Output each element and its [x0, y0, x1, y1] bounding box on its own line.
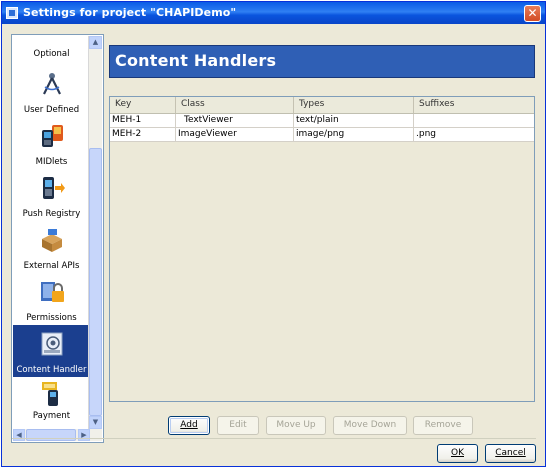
page-title: Content Handlers: [115, 51, 277, 70]
content-handlers-table: Key Class Types Suffixes MEH-1 TextViewe…: [109, 96, 535, 402]
cancel-button[interactable]: Cancel: [485, 444, 536, 463]
table-row[interactable]: MEH-2 ImageViewer image/png .png: [110, 128, 534, 142]
push-registry-icon: [42, 177, 65, 199]
column-header-key[interactable]: Key: [110, 97, 176, 113]
lock-icon: [40, 282, 64, 302]
category-sidebar: Optional User Defined MIDlets Push Regis…: [11, 34, 104, 443]
cell-key: MEH-1: [110, 114, 176, 127]
sidebar-item-label: Push Registry: [22, 209, 81, 219]
scrollbar-thumb[interactable]: [26, 429, 76, 441]
remove-button[interactable]: Remove: [413, 416, 473, 435]
sidebar-item-permissions[interactable]: Permissions: [13, 273, 90, 325]
sidebar-item-label: External APIs: [23, 261, 80, 271]
close-button[interactable]: ✕: [524, 5, 541, 22]
sidebar-item-label: MIDlets: [35, 157, 68, 167]
scrollbar-thumb[interactable]: [89, 148, 102, 416]
footer-divider: [12, 438, 536, 439]
sidebar-item-label: User Defined: [23, 105, 80, 115]
cell-class: TextViewer: [176, 114, 294, 127]
settings-dialog: Settings for project "CHAPIDemo" ✕ Optio…: [1, 1, 546, 467]
compass-icon: [42, 73, 61, 95]
sidebar-horizontal-scrollbar[interactable]: ◀ ▶: [13, 429, 102, 441]
move-down-button[interactable]: Move Down: [333, 416, 407, 435]
cell-types: text/plain: [294, 114, 414, 127]
sidebar-vertical-scrollbar[interactable]: ▲ ▼: [88, 36, 102, 429]
scroll-left-icon[interactable]: ◀: [13, 429, 25, 441]
ok-button-label: OK: [451, 448, 464, 458]
sidebar-item-payment[interactable]: Payment: [13, 377, 90, 429]
column-header-class[interactable]: Class: [176, 97, 294, 113]
sidebar-item-label: Payment: [32, 411, 71, 421]
sidebar-item-label: Optional: [33, 49, 70, 59]
sidebar-item-label: Permissions: [26, 313, 77, 323]
title-bar[interactable]: Settings for project "CHAPIDemo" ✕: [2, 2, 545, 24]
scroll-up-icon[interactable]: ▲: [89, 36, 102, 49]
sidebar-item-user-defined[interactable]: User Defined: [13, 65, 90, 117]
column-header-types[interactable]: Types: [294, 97, 414, 113]
cancel-button-label: Cancel: [495, 448, 526, 458]
payment-icon: [41, 382, 58, 406]
cell-types: image/png: [294, 128, 414, 141]
cell-key: MEH-2: [110, 128, 176, 141]
scroll-down-icon[interactable]: ▼: [89, 416, 102, 429]
cell-suffixes: .png: [416, 129, 436, 139]
sidebar-item-midlets[interactable]: MIDlets: [13, 117, 90, 169]
sidebar-item-label: Content Handler: [16, 365, 87, 375]
window-title: Settings for project "CHAPIDemo": [23, 6, 237, 19]
sidebar-item-external-apis[interactable]: External APIs: [13, 221, 90, 273]
add-button-label: Add: [180, 420, 198, 430]
section-header: Content Handlers: [109, 45, 535, 78]
table-header: Key Class Types Suffixes: [110, 97, 534, 114]
cell-suffixes: [414, 114, 534, 127]
edit-button[interactable]: Edit: [217, 416, 259, 435]
sidebar-item-content-handler[interactable]: Content Handler: [13, 325, 90, 377]
scroll-right-icon[interactable]: ▶: [78, 429, 90, 441]
sidebar-item-optional[interactable]: Optional: [13, 35, 90, 63]
column-header-suffixes[interactable]: Suffixes: [414, 97, 534, 113]
move-up-button[interactable]: Move Up: [266, 416, 326, 435]
sidebar-item-push-registry[interactable]: Push Registry: [13, 169, 90, 221]
add-button[interactable]: Add: [168, 416, 210, 435]
external-apis-icon: [41, 229, 62, 252]
app-icon: [6, 7, 18, 19]
content-handler-icon: [41, 332, 62, 356]
ok-button[interactable]: OK: [437, 444, 478, 463]
table-row[interactable]: MEH-1 TextViewer text/plain: [110, 114, 534, 128]
midlets-phone-icon: [41, 125, 63, 147]
cell-class: ImageViewer: [176, 128, 294, 141]
